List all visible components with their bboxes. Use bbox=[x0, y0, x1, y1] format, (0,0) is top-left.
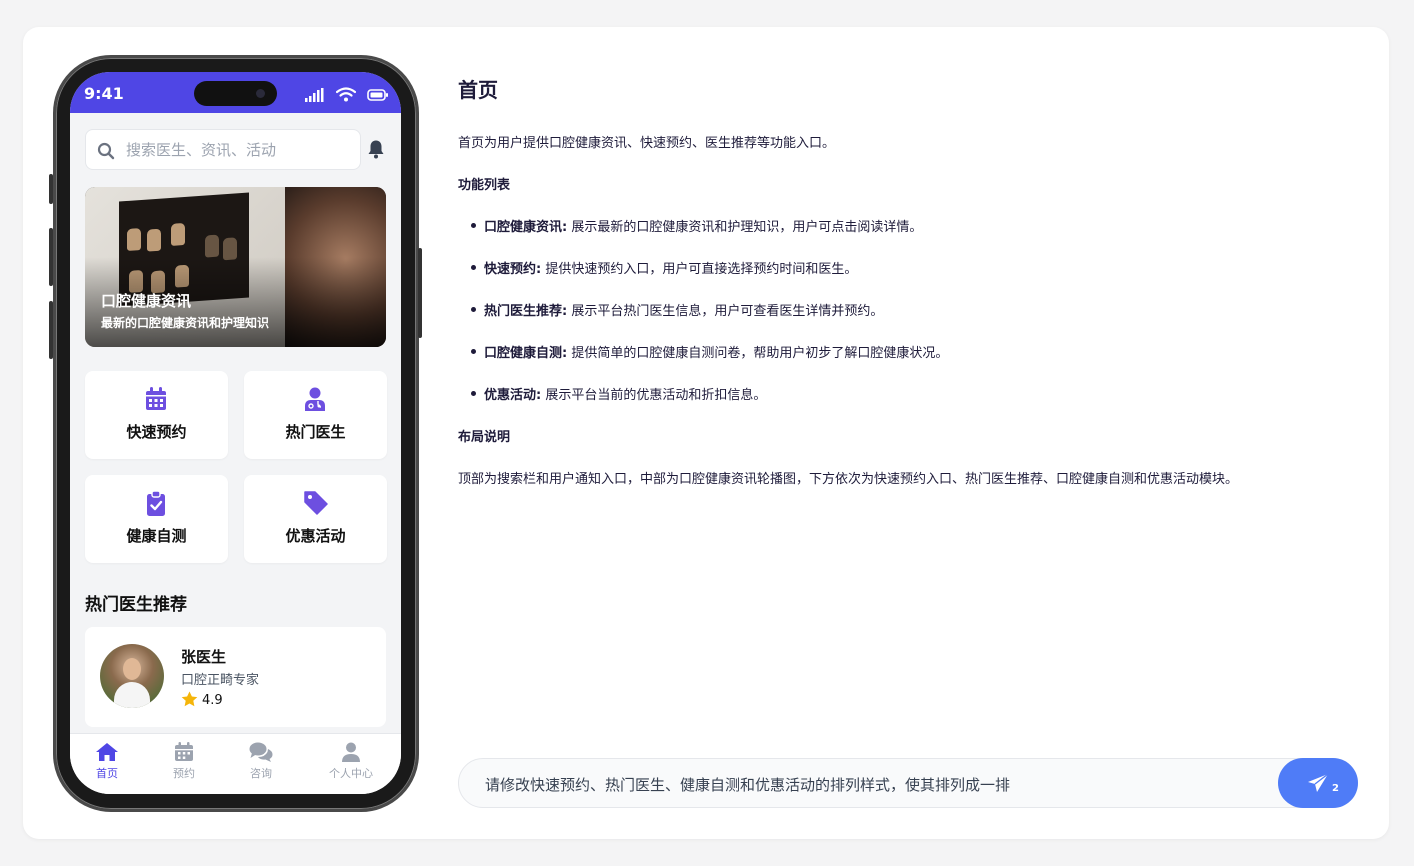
calendar-icon bbox=[175, 742, 193, 761]
feature-list-item: 口腔健康自测: 提供简单的口腔健康自测问卷，帮助用户初步了解口腔健康状况。 bbox=[470, 342, 948, 361]
doctor-icon bbox=[305, 387, 325, 411]
features-heading: 功能列表 bbox=[458, 178, 511, 193]
dynamic-island bbox=[194, 81, 277, 106]
doctor-avatar bbox=[100, 644, 164, 708]
tab-profile[interactable]: 个人中心 bbox=[326, 742, 376, 781]
intro-text: 首页为用户提供口腔健康资讯、快速预约、医生推荐等功能入口。 bbox=[458, 136, 836, 151]
feature-label: 热门医生 bbox=[285, 423, 346, 441]
phone-screen: 9:41 口腔健康资讯 最新的口腔健康资讯和护理知识 快速预约 热门医生 bbox=[70, 72, 401, 794]
banner-subtitle: 最新的口腔健康资讯和护理知识 bbox=[101, 316, 270, 330]
camera-icon bbox=[256, 89, 265, 98]
user-icon bbox=[342, 742, 360, 762]
chat-input-box[interactable] bbox=[458, 758, 1358, 808]
feature-label: 健康自测 bbox=[126, 527, 187, 545]
page-title: 首页 bbox=[458, 78, 498, 102]
doctor-card[interactable]: 张医生 口腔正畸专家 4.9 bbox=[85, 627, 386, 727]
feature-hot-doctors[interactable]: 热门医生 bbox=[244, 371, 387, 459]
feature-health-test[interactable]: 健康自测 bbox=[85, 475, 228, 563]
tab-label: 咨询 bbox=[250, 767, 272, 780]
paper-plane-icon bbox=[1308, 773, 1329, 792]
bell-icon[interactable] bbox=[367, 139, 385, 159]
news-banner[interactable]: 口腔健康资讯 最新的口腔健康资讯和护理知识 bbox=[85, 187, 386, 347]
signal-icon bbox=[304, 87, 324, 102]
power-button bbox=[418, 248, 422, 338]
layout-heading: 布局说明 bbox=[458, 430, 511, 445]
chat-input[interactable] bbox=[485, 772, 1045, 796]
search-icon bbox=[97, 142, 115, 160]
send-count-badge: 2 bbox=[1332, 783, 1339, 794]
feature-promotions[interactable]: 优惠活动 bbox=[244, 475, 387, 563]
tab-consult[interactable]: 咨询 bbox=[248, 742, 274, 781]
chat-icon bbox=[249, 742, 273, 762]
send-button[interactable]: 2 bbox=[1278, 758, 1358, 808]
star-icon bbox=[181, 691, 198, 707]
rating-value: 4.9 bbox=[202, 693, 223, 708]
feature-list-item: 热门医生推荐: 展示平台热门医生信息，用户可查看医生详情并预约。 bbox=[470, 300, 883, 319]
feature-label: 快速预约 bbox=[126, 423, 187, 441]
doctor-specialty: 口腔正畸专家 bbox=[181, 673, 260, 688]
doctor-name: 张医生 bbox=[181, 648, 227, 666]
feature-list-item: 口腔健康资讯: 展示最新的口腔健康资讯和护理知识，用户可点击阅读详情。 bbox=[470, 216, 922, 235]
tab-home[interactable]: 首页 bbox=[94, 742, 120, 781]
feature-label: 优惠活动 bbox=[285, 527, 346, 545]
doctor-rating: 4.9 bbox=[181, 691, 223, 708]
feature-list-item: 优惠活动: 展示平台当前的优惠活动和折扣信息。 bbox=[470, 384, 766, 403]
tab-label: 个人中心 bbox=[329, 767, 373, 780]
clipboard-check-icon bbox=[147, 491, 165, 516]
wifi-icon bbox=[335, 87, 357, 102]
battery-icon bbox=[367, 88, 388, 101]
feature-quick-booking[interactable]: 快速预约 bbox=[85, 371, 228, 459]
status-bar: 9:41 bbox=[70, 72, 401, 113]
tab-label: 预约 bbox=[173, 767, 195, 780]
search-input[interactable] bbox=[126, 138, 351, 162]
volume-up-button bbox=[49, 228, 53, 286]
volume-down-button bbox=[49, 301, 53, 359]
tab-bar: 首页 预约 咨询 个人中心 bbox=[70, 733, 401, 794]
mute-switch bbox=[49, 174, 53, 204]
section-title: 热门医生推荐 bbox=[85, 595, 187, 615]
tag-icon bbox=[304, 491, 328, 515]
tab-booking[interactable]: 预约 bbox=[171, 742, 197, 781]
search-bar[interactable] bbox=[85, 129, 361, 170]
tab-label: 首页 bbox=[96, 767, 118, 780]
status-time: 9:41 bbox=[84, 84, 124, 103]
layout-text: 顶部为搜索栏和用户通知入口，中部为口腔健康资讯轮播图，下方依次为快速预约入口、热… bbox=[458, 472, 1239, 487]
feature-list-item: 快速预约: 提供快速预约入口，用户可直接选择预约时间和医生。 bbox=[470, 258, 857, 277]
calendar-icon bbox=[146, 387, 166, 410]
banner-title: 口腔健康资讯 bbox=[101, 292, 192, 310]
home-icon bbox=[96, 743, 118, 761]
